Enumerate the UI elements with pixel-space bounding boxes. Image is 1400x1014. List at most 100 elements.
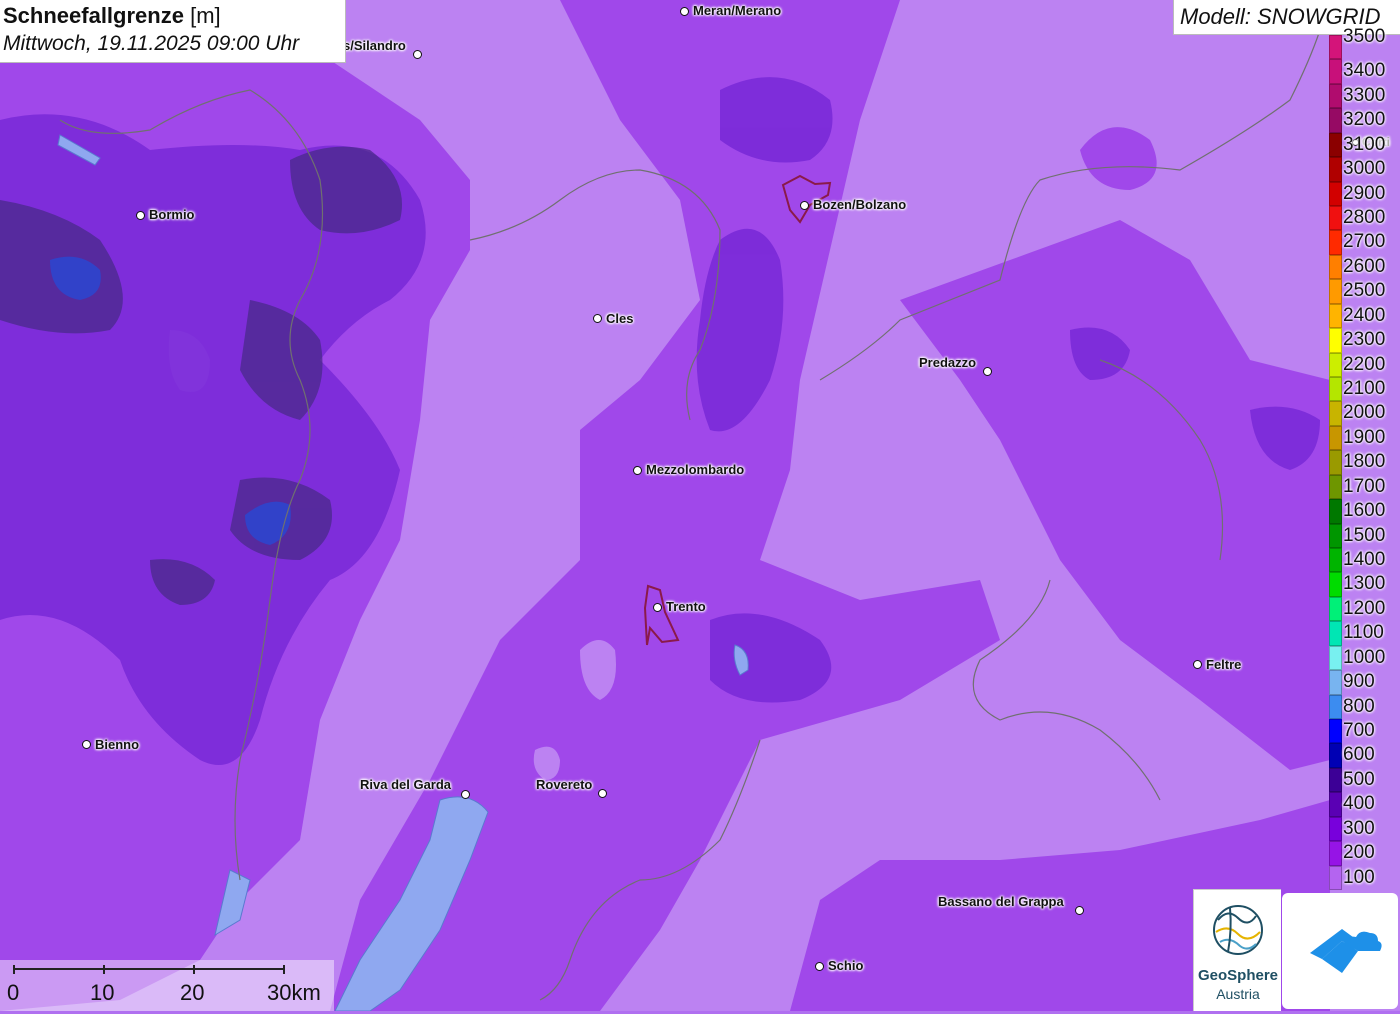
city-marker-icon <box>413 50 422 59</box>
legend-swatch <box>1329 523 1342 548</box>
legend-label: 2400 <box>1343 304 1386 326</box>
legend-swatch <box>1329 548 1342 573</box>
city-label: Bozen/Bolzano <box>813 197 907 212</box>
legend-label: 3400 <box>1343 60 1386 82</box>
geosphere-name: GeoSphere <box>1197 967 1279 984</box>
legend-swatch <box>1329 450 1342 475</box>
legend-swatch <box>1329 401 1342 426</box>
city-label: Bormio <box>149 207 195 222</box>
city-label: Feltre <box>1206 657 1242 672</box>
city-marker-icon <box>593 314 602 323</box>
legend-item: 2000 <box>1329 401 1400 426</box>
city-marker-icon <box>136 211 145 220</box>
app-logo[interactable] <box>1282 893 1398 1009</box>
legend-item: 700 <box>1329 719 1400 744</box>
legend-label: 1900 <box>1343 426 1386 448</box>
legend-swatch <box>1329 35 1342 60</box>
city-label: Schio <box>828 958 864 973</box>
legend-swatch <box>1329 743 1342 768</box>
legend-item: 1100 <box>1329 621 1400 646</box>
city-marker-icon <box>633 466 642 475</box>
legend-swatch <box>1329 328 1342 353</box>
scale-label-0: 0 <box>7 980 20 1005</box>
legend-item: 1600 <box>1329 499 1400 524</box>
geosphere-emblem-icon <box>1213 905 1263 955</box>
legend-swatch <box>1329 230 1342 255</box>
legend-swatch <box>1329 303 1342 329</box>
legend-label: 3500 <box>1343 26 1386 47</box>
city-label: Bassano del Grappa <box>938 894 1064 909</box>
legend-swatch <box>1329 767 1342 793</box>
legend-swatch <box>1329 157 1342 182</box>
legend-item: 1200 <box>1329 596 1400 622</box>
legend-item: 1900 <box>1329 425 1400 451</box>
legend-item: 2500 <box>1329 279 1400 304</box>
legend-label: 1200 <box>1343 597 1386 619</box>
legend-label: 600 <box>1343 744 1375 766</box>
legend-item: 3100 <box>1329 132 1400 158</box>
legend-item: 1000 <box>1329 645 1400 671</box>
title-unit: [m] <box>190 3 221 28</box>
legend-label: 700 <box>1343 720 1375 741</box>
legend-swatch <box>1329 499 1342 524</box>
legend-label: 900 <box>1343 671 1375 693</box>
color-legend: 3500 3400 3300 3200 3100 3000 2900 2800 2700 2600… <box>1329 26 1400 890</box>
legend-swatch <box>1329 83 1342 109</box>
legend-label: 2800 <box>1343 207 1386 228</box>
city-label: Bienno <box>95 737 140 752</box>
legend-swatch <box>1329 865 1342 890</box>
legend-swatch <box>1329 108 1342 133</box>
legend-item: 800 <box>1329 694 1400 719</box>
city-marker-icon <box>815 962 824 971</box>
legend-item: 2600 <box>1329 254 1400 280</box>
legend-swatch <box>1329 694 1342 719</box>
city-marker-icon <box>653 603 662 612</box>
scale-label-20: 20 <box>180 980 205 1005</box>
scale-label-30km: 30km <box>267 980 321 1005</box>
legend-label: 1700 <box>1343 475 1386 497</box>
legend-item: 2100 <box>1329 377 1400 402</box>
city-marker-icon <box>983 367 992 376</box>
map-title-box: Schneefallgrenze [m] Mittwoch, 19.11.202… <box>0 0 346 63</box>
legend-label: 2100 <box>1343 378 1386 399</box>
legend-label: 2900 <box>1343 182 1386 204</box>
city-marker-icon <box>1075 906 1084 915</box>
legend-swatch <box>1329 254 1342 280</box>
legend-item: 2700 <box>1329 230 1400 255</box>
legend-swatch <box>1329 645 1342 671</box>
city-marker-icon <box>82 740 91 749</box>
legend-item: 400 <box>1329 792 1400 817</box>
legend-swatch <box>1329 792 1342 817</box>
legend-label: 3200 <box>1343 109 1386 131</box>
legend-swatch <box>1329 352 1342 377</box>
legend-swatch <box>1329 181 1342 206</box>
legend-item: 900 <box>1329 670 1400 695</box>
legend-item: 300 <box>1329 816 1400 842</box>
city-label: Predazzo <box>919 355 977 370</box>
legend-label: 1300 <box>1343 573 1386 595</box>
legend-item: 2900 <box>1329 181 1400 206</box>
legend-label: 500 <box>1343 768 1375 790</box>
legend-label: 1800 <box>1343 451 1386 473</box>
legend-label: 1600 <box>1343 500 1386 522</box>
legend-label: 1100 <box>1343 622 1384 644</box>
legend-label: 300 <box>1343 817 1375 839</box>
title-text: Schneefallgrenze <box>3 3 184 28</box>
legend-item: 1800 <box>1329 450 1400 475</box>
geosphere-country: Austria <box>1216 986 1260 1002</box>
scale-bar: 0 10 20 30km <box>0 960 334 1011</box>
legend-label: 1500 <box>1343 524 1386 546</box>
legend-swatch <box>1329 206 1342 231</box>
map-datetime: Mittwoch, 19.11.2025 09:00 Uhr <box>3 32 300 55</box>
legend-label: 2200 <box>1343 353 1386 375</box>
legend-swatch <box>1329 816 1342 842</box>
cloud-mountain-icon <box>1310 929 1382 973</box>
snowline-map[interactable] <box>0 0 1400 1011</box>
city-marker-icon <box>800 201 809 210</box>
geosphere-logo[interactable]: GeoSphere Austria <box>1193 889 1281 1011</box>
legend-item: 1400 <box>1329 548 1400 573</box>
legend-label: 2300 <box>1343 329 1386 351</box>
legend-item: 2200 <box>1329 352 1400 377</box>
legend-item: 3500 <box>1329 26 1400 60</box>
legend-item: 3300 <box>1329 83 1400 109</box>
